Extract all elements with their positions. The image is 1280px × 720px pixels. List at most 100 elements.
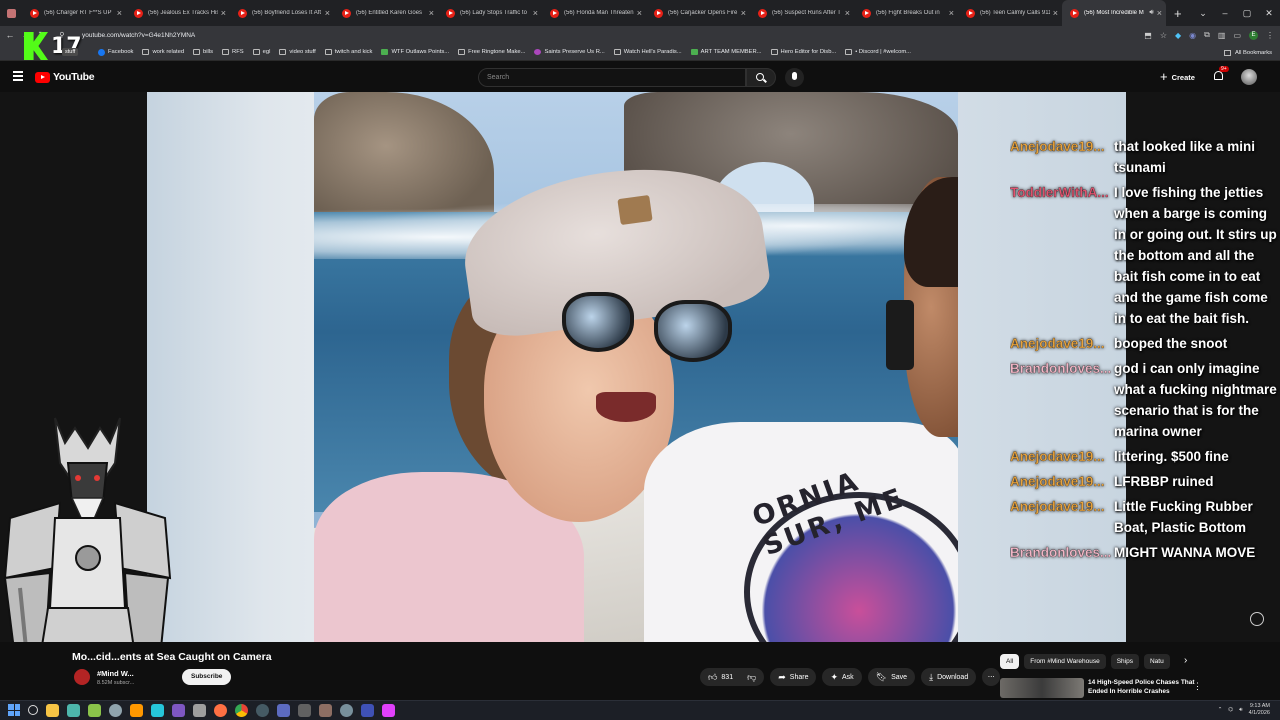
- split-view-icon[interactable]: ▥: [1218, 31, 1226, 40]
- sidebar-icon[interactable]: ▭: [1233, 31, 1241, 40]
- close-tab-icon[interactable]: ×: [533, 8, 538, 18]
- bookmark-item[interactable]: egl: [252, 49, 270, 55]
- back-button[interactable]: ←: [4, 30, 16, 40]
- search-taskbar-icon[interactable]: [28, 705, 38, 715]
- bookmark-item[interactable]: Watch Hell's Paradis...: [613, 49, 682, 55]
- subscribe-button[interactable]: Subscribe: [182, 669, 232, 685]
- close-tab-icon[interactable]: ×: [1157, 8, 1162, 18]
- browser-tab[interactable]: (56) Lady Stops Traffic to ×: [438, 0, 542, 26]
- more-actions-button[interactable]: ⋯: [982, 668, 1001, 686]
- close-tab-icon[interactable]: ×: [221, 8, 226, 18]
- recommendation-title[interactable]: 14 High-Speed Police Chases That Ended I…: [1088, 678, 1198, 698]
- close-tab-icon[interactable]: ×: [325, 8, 330, 18]
- tab-search-button[interactable]: [0, 0, 22, 26]
- extension-icon[interactable]: ◆: [1175, 31, 1181, 40]
- recommendation-item[interactable]: 14 High-Speed Police Chases That Ended I…: [1000, 678, 1198, 698]
- close-tab-icon[interactable]: ×: [949, 8, 954, 18]
- app-icon[interactable]: [319, 704, 332, 717]
- all-bookmarks-button[interactable]: All Bookmarks: [1223, 44, 1272, 61]
- recommendation-menu-icon[interactable]: ⋮: [1193, 681, 1202, 692]
- notifications-button[interactable]: 9+: [1214, 66, 1229, 82]
- audio-playing-icon[interactable]: 🔊︎: [1149, 9, 1153, 17]
- dislike-icon[interactable]: 👎︎: [747, 672, 756, 683]
- chevron-right-icon[interactable]: ›: [1184, 655, 1187, 666]
- app-icon[interactable]: [172, 704, 185, 717]
- bookmark-item[interactable]: • Discord | #welcom...: [845, 49, 911, 55]
- search-button[interactable]: [746, 68, 776, 87]
- file-explorer-icon[interactable]: [46, 704, 59, 717]
- bookmark-item[interactable]: RFS: [222, 49, 244, 55]
- bookmark-item[interactable]: Free Ringtone Make...: [458, 49, 525, 55]
- volume-icon[interactable]: 🔊︎: [1239, 707, 1242, 714]
- channel-name[interactable]: #Mind W...: [97, 669, 134, 678]
- bookmark-item[interactable]: twitch and kick: [324, 49, 372, 55]
- system-clock[interactable]: 9:13 AM 4/1/2026: [1249, 703, 1270, 717]
- extension-icon[interactable]: ◉: [1189, 31, 1196, 40]
- close-tab-icon[interactable]: ×: [637, 8, 642, 18]
- video-frame[interactable]: ORNIA SUR, ME: [314, 92, 958, 642]
- app-icon[interactable]: [151, 704, 164, 717]
- browser-menu-icon[interactable]: ⋮: [1266, 31, 1274, 40]
- filter-chip[interactable]: Ships: [1110, 654, 1139, 669]
- share-button[interactable]: ➦ Share: [770, 668, 817, 686]
- bookmark-item[interactable]: Saints Preserve Us R...: [534, 49, 605, 55]
- download-button[interactable]: ⤓ Download: [921, 668, 977, 686]
- close-tab-icon[interactable]: ×: [429, 8, 434, 18]
- extensions-puzzle-icon[interactable]: ⧉: [1204, 30, 1210, 40]
- bookmark-item[interactable]: video stuff: [279, 49, 316, 55]
- close-tab-icon[interactable]: ×: [117, 8, 122, 18]
- app-icon[interactable]: [277, 704, 290, 717]
- browser-tab[interactable]: (56) Entitled Karen Goes ×: [334, 0, 438, 26]
- search-input[interactable]: Search: [478, 68, 746, 87]
- account-avatar[interactable]: [1241, 69, 1257, 85]
- bookmark-item[interactable]: Hero Editor for Disb...: [770, 49, 836, 55]
- browser-tab[interactable]: (56) Florida Man Threaten ×: [542, 0, 646, 26]
- browser-tab[interactable]: (56) Boyfriend Loses It Aft ×: [230, 0, 334, 26]
- tab-search-icon[interactable]: ⌄: [1192, 8, 1214, 19]
- bookmark-item[interactable]: Facebook: [98, 48, 133, 56]
- voice-search-button[interactable]: [785, 68, 804, 87]
- app-icon[interactable]: [193, 704, 206, 717]
- bookmark-item[interactable]: work related: [142, 49, 184, 55]
- network-icon[interactable]: ⌬: [1228, 707, 1233, 713]
- filter-chip[interactable]: From #Mind Warehouse: [1024, 654, 1106, 669]
- new-tab-button[interactable]: +: [1174, 6, 1182, 21]
- bookmark-stuff-chip[interactable]: stuff: [62, 48, 79, 56]
- app-icon[interactable]: [298, 704, 311, 717]
- close-tab-icon[interactable]: ×: [1053, 8, 1058, 18]
- profile-avatar[interactable]: E: [1249, 30, 1258, 40]
- minimize-button[interactable]: –: [1214, 8, 1236, 18]
- app-icon[interactable]: [88, 704, 101, 717]
- steam-icon[interactable]: [109, 704, 122, 717]
- app-icon[interactable]: [361, 704, 374, 717]
- chrome-icon[interactable]: [235, 704, 248, 717]
- app-icon[interactable]: [382, 704, 395, 717]
- ask-button[interactable]: ✦ Ask: [822, 668, 862, 686]
- like-button[interactable]: 👍︎ 831 👎︎: [700, 668, 765, 686]
- install-icon[interactable]: ⬒: [1144, 31, 1152, 40]
- filter-chip[interactable]: All: [1000, 654, 1020, 669]
- youtube-logo[interactable]: YouTube: [35, 71, 95, 83]
- app-icon[interactable]: [130, 704, 143, 717]
- browser-tab[interactable]: (56) Jealous Ex Tracks His ×: [126, 0, 230, 26]
- url-field[interactable]: youtube.com/watch?v=G4e1Nh2YMNA: [82, 32, 195, 39]
- app-icon[interactable]: [67, 704, 80, 717]
- recommendation-thumbnail[interactable]: [1000, 678, 1084, 698]
- maximize-button[interactable]: ▢: [1236, 8, 1258, 19]
- bookmark-item[interactable]: WTF Outlaws Points...: [381, 49, 449, 55]
- save-button[interactable]: 🔖︎ Save: [867, 668, 916, 686]
- channel-avatar[interactable]: [74, 669, 90, 685]
- firefox-icon[interactable]: [214, 704, 227, 717]
- browser-tab[interactable]: (56) Carjacker Opens Fire ×: [646, 0, 750, 26]
- filter-chip[interactable]: Natu: [1143, 654, 1170, 669]
- tray-chevron-icon[interactable]: ⌃: [1218, 707, 1223, 713]
- close-tab-icon[interactable]: ×: [741, 8, 746, 18]
- windows-start-icon[interactable]: [8, 704, 20, 716]
- browser-tab[interactable]: (56) Most Incredible M 🔊︎ ×: [1062, 0, 1166, 26]
- browser-tab[interactable]: (56) Charger RT F**S UP ×: [22, 0, 126, 26]
- browser-tab[interactable]: (56) Fight Breaks Out in ×: [854, 0, 958, 26]
- bookmark-item[interactable]: ART TEAM MEMBER...: [690, 49, 762, 55]
- close-tab-icon[interactable]: ×: [845, 8, 850, 18]
- create-button[interactable]: + Create: [1160, 70, 1195, 84]
- bookmark-item[interactable]: bills: [193, 49, 213, 55]
